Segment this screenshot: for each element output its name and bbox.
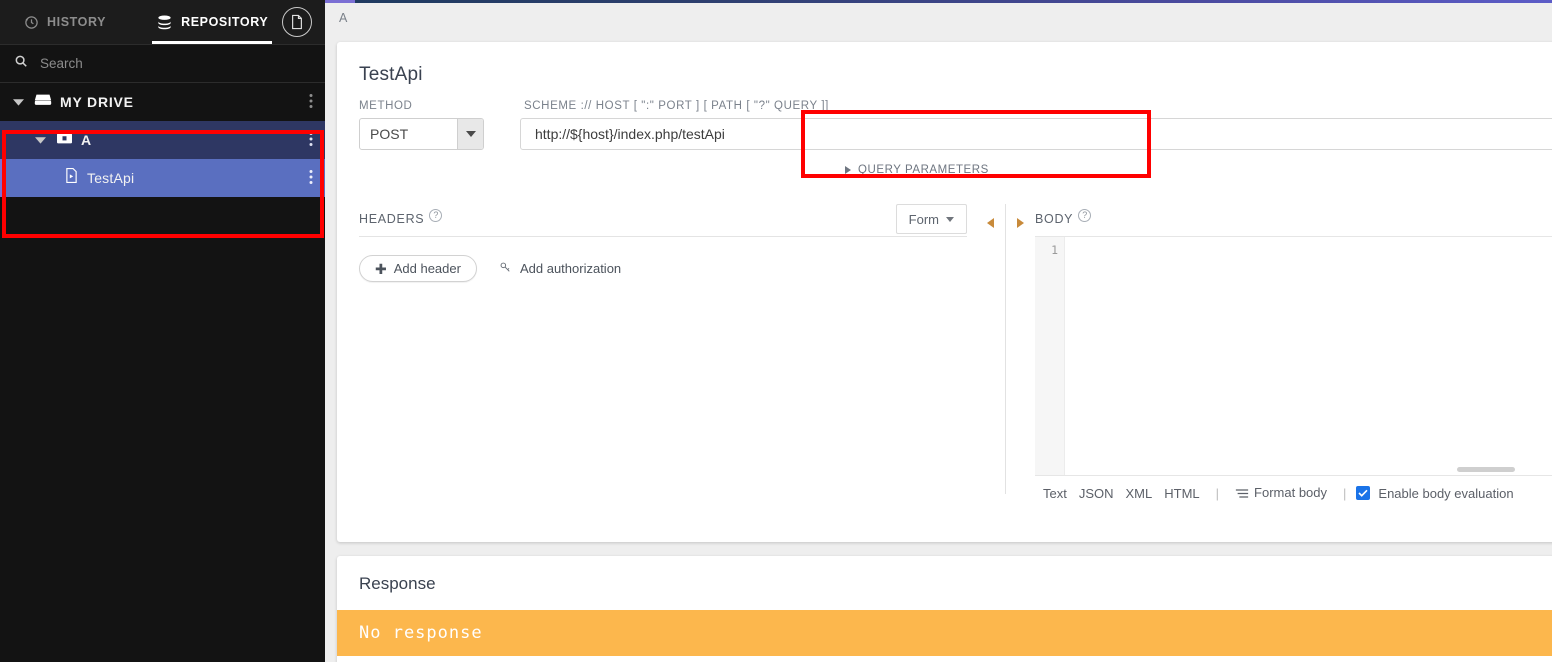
format-lines-icon bbox=[1235, 487, 1249, 502]
headers-view-mode-select[interactable]: Form bbox=[895, 204, 967, 234]
request-panes: HEADERS ? Form ✚ Add header Add authoriz… bbox=[337, 202, 1552, 502]
tree-item-folder-a-label: A bbox=[81, 132, 92, 148]
plus-icon: ✚ bbox=[375, 260, 387, 277]
url-row: METHOD POST SCHEME :// HOST [ ":" PORT ]… bbox=[337, 86, 1552, 150]
method-select[interactable]: POST bbox=[359, 118, 484, 150]
document-circle-icon bbox=[282, 7, 313, 37]
response-status-banner: No response bbox=[337, 610, 1552, 656]
chevron-down-icon[interactable] bbox=[10, 94, 26, 110]
tree-item-my-drive-label: MY DRIVE bbox=[60, 94, 134, 110]
chevron-right-icon bbox=[845, 166, 851, 174]
format-body-button[interactable]: Format body bbox=[1229, 485, 1333, 502]
top-accent-strip-purple bbox=[325, 0, 355, 3]
pane-divider-controls bbox=[975, 202, 1035, 502]
body-type-html[interactable]: HTML bbox=[1158, 486, 1205, 501]
toolbar-separator-1: | bbox=[1215, 485, 1220, 501]
headers-title: HEADERS bbox=[359, 212, 425, 226]
kebab-menu-icon-testapi[interactable] bbox=[305, 169, 317, 187]
toolbar-separator-2: | bbox=[1343, 485, 1347, 501]
body-editor-hscrollbar[interactable] bbox=[1065, 465, 1552, 473]
search-icon bbox=[14, 54, 28, 73]
tree-item-my-drive[interactable]: MY DRIVE bbox=[0, 83, 325, 121]
sidebar-tab-repository[interactable]: REPOSITORY bbox=[142, 0, 282, 44]
tree-item-folder-a[interactable]: A bbox=[0, 121, 325, 159]
headers-section-header: HEADERS ? Form bbox=[359, 202, 975, 236]
kebab-menu-icon-folder-a[interactable] bbox=[305, 131, 317, 149]
pane-vertical-divider bbox=[1005, 204, 1006, 494]
request-file-icon bbox=[64, 167, 79, 189]
url-label: SCHEME :// HOST [ ":" PORT ] [ PATH [ "?… bbox=[524, 100, 829, 112]
chevron-down-icon[interactable] bbox=[32, 132, 48, 148]
method-select-value: POST bbox=[370, 126, 409, 142]
help-question-icon[interactable]: ? bbox=[429, 208, 443, 222]
add-authorization-label: Add authorization bbox=[519, 261, 622, 276]
sidebar-tab-document[interactable] bbox=[282, 0, 328, 44]
headers-pane: HEADERS ? Form ✚ Add header Add authoriz… bbox=[337, 202, 975, 502]
sidebar: HISTORY REPOSITORY Search MY DRIVE A Tes… bbox=[0, 0, 325, 662]
body-editor[interactable]: 1 bbox=[1035, 236, 1552, 476]
body-pane: BODY ? 1 Text JSON XML HTML | Format bod… bbox=[1035, 202, 1552, 502]
body-title: BODY bbox=[1035, 212, 1074, 226]
checkbox-checked-icon bbox=[1356, 486, 1371, 500]
history-clock-icon bbox=[24, 15, 39, 30]
kebab-menu-icon-my-drive[interactable] bbox=[305, 93, 317, 111]
method-field: METHOD POST bbox=[359, 100, 484, 150]
help-question-icon[interactable]: ? bbox=[1078, 208, 1092, 222]
repository-tree: MY DRIVE A TestApi bbox=[0, 83, 325, 197]
format-body-label: Format body bbox=[1254, 484, 1328, 500]
search-input[interactable] bbox=[38, 55, 311, 72]
body-editor-toolbar: Text JSON XML HTML | Format body | Enabl… bbox=[1035, 476, 1552, 510]
response-title: Response bbox=[359, 574, 436, 593]
main-panel: A TestApi METHOD POST SCHEME :// HOST [ … bbox=[325, 0, 1552, 662]
body-editor-hscrollbar-thumb[interactable] bbox=[1457, 467, 1515, 472]
query-parameters-label: QUERY PARAMETERS bbox=[858, 164, 989, 176]
folder-icon bbox=[56, 130, 73, 150]
headers-view-mode-value: Form bbox=[908, 211, 939, 227]
body-section-header: BODY ? bbox=[1035, 202, 1552, 236]
add-authorization-button[interactable]: Add authorization bbox=[499, 261, 621, 277]
drive-icon bbox=[34, 92, 52, 112]
sidebar-tab-history-label: HISTORY bbox=[47, 15, 107, 29]
body-editor-textarea[interactable] bbox=[1065, 237, 1552, 475]
sidebar-tab-repository-label: REPOSITORY bbox=[181, 15, 269, 29]
chevron-down-icon bbox=[946, 216, 954, 222]
url-field: SCHEME :// HOST [ ":" PORT ] [ PATH [ "?… bbox=[502, 100, 1552, 150]
enable-body-evaluation-label: Enable body evaluation bbox=[1378, 485, 1514, 501]
response-card: Response No response bbox=[337, 556, 1552, 662]
breadcrumb: A bbox=[325, 0, 1552, 36]
request-card: TestApi METHOD POST SCHEME :// HOST [ ":… bbox=[337, 42, 1552, 542]
arrow-left-icon bbox=[986, 218, 994, 228]
enable-body-evaluation-checkbox[interactable]: Enable body evaluation bbox=[1356, 485, 1514, 501]
body-type-text[interactable]: Text bbox=[1037, 486, 1073, 501]
query-parameters-toggle[interactable]: QUERY PARAMETERS bbox=[845, 164, 989, 176]
collapse-left-arrow-button[interactable] bbox=[975, 210, 1005, 236]
tree-item-testapi[interactable]: TestApi bbox=[0, 159, 325, 197]
app-root: HISTORY REPOSITORY Search MY DRIVE A Tes… bbox=[0, 0, 1552, 662]
sidebar-tabs: HISTORY REPOSITORY bbox=[0, 0, 325, 45]
body-type-json[interactable]: JSON bbox=[1073, 486, 1120, 501]
top-accent-strip bbox=[325, 0, 1552, 3]
body-editor-gutter: 1 bbox=[1035, 237, 1065, 475]
key-icon bbox=[499, 261, 512, 277]
page-title: TestApi bbox=[359, 64, 423, 85]
add-header-button[interactable]: ✚ Add header bbox=[359, 255, 477, 282]
url-input[interactable]: http://${host}/index.php/testApi bbox=[520, 118, 1552, 150]
database-stack-icon bbox=[156, 15, 173, 30]
sidebar-tab-history[interactable]: HISTORY bbox=[0, 0, 120, 44]
chevron-down-icon[interactable] bbox=[457, 119, 483, 149]
arrow-right-icon bbox=[1016, 218, 1024, 228]
tree-item-testapi-label: TestApi bbox=[87, 170, 135, 186]
sidebar-search[interactable] bbox=[0, 45, 325, 83]
body-type-xml[interactable]: XML bbox=[1120, 486, 1159, 501]
add-header-label: Add header bbox=[393, 261, 461, 276]
method-label: METHOD bbox=[359, 100, 413, 112]
expand-right-arrow-button[interactable] bbox=[1005, 210, 1035, 236]
headers-actions: ✚ Add header Add authorization bbox=[359, 237, 975, 282]
